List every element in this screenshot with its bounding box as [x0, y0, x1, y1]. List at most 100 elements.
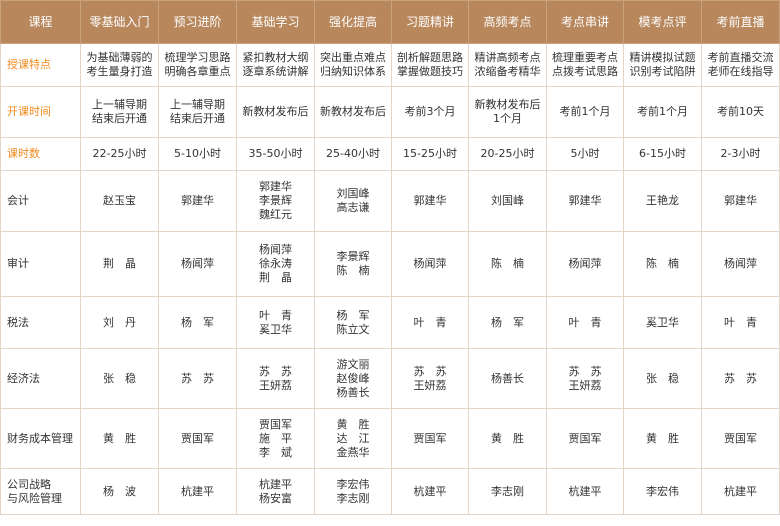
feature-cell: 剖析解题思路 掌握做题技巧 [391, 43, 469, 87]
teacher-cell: 李宏伟 [623, 468, 702, 515]
teacher-cell: 奚卫华 [623, 296, 702, 349]
teacher-cell: 苏 苏王妍荔 [236, 348, 315, 409]
teacher-cell-line: 贾国军 [724, 431, 757, 445]
teacher-cell: 荆 晶 [80, 231, 159, 297]
row-label-hours: 课时数 [0, 137, 81, 171]
subject-name: 会计 [0, 170, 81, 232]
teacher-cell: 刘国峰 高志谦 [314, 170, 392, 232]
feature-cell: 考前直播交流 老师在线指导 [701, 43, 780, 87]
teacher-cell: 陈 楠 [468, 231, 547, 297]
start-time-cell-line: 新教材发布后 [242, 105, 309, 118]
start-time-cell-line: 1个月 [493, 112, 522, 125]
teacher-cell-line: 叶 青 [568, 315, 602, 329]
start-time-cell: 考前3个月 [391, 86, 469, 138]
teacher-cell: 郭建华 [701, 170, 780, 232]
teacher-cell-line: 郭建华 [413, 194, 447, 207]
teacher-cell-line: 杭建平 [259, 477, 292, 491]
hours-cell: 25-40小时 [314, 137, 392, 171]
start-time-cell-line: 考前3个月 [404, 105, 456, 118]
teacher-cell-line: 陈 楠 [491, 257, 524, 270]
teacher-cell-line: 贾国军 [181, 431, 214, 445]
teacher-cell-line: 奚卫华 [646, 315, 679, 329]
teacher-cell: 王艳龙 [623, 170, 702, 232]
teacher-cell-line: 赵俊峰 [336, 371, 370, 385]
feature-cell: 突出重点难点 归纳知识体系 [314, 43, 392, 87]
hours-cell: 2-3小时 [701, 137, 780, 171]
teacher-cell-line: 王妍荔 [413, 378, 447, 392]
row-hours: 课时数 22-25小时 5-10小时 35-50小时 25-40小时 15-25小时 20-… [0, 137, 780, 171]
teacher-cell: 陈 楠 [623, 231, 702, 297]
teacher-cell: 贾国军 [391, 408, 469, 469]
teacher-cell-line: 王艳龙 [646, 194, 679, 207]
teacher-cell: 苏 苏 [158, 348, 237, 409]
subject-row: 会计 赵玉宝 郭建华 郭建华 李景辉 魏红元 刘国峰 高志谦 郭建华 刘国峰 郭建华 王艳龙 郭建华 [0, 170, 780, 232]
start-time-cell: 新教材发布后 [314, 86, 392, 138]
feature-cell-line: 考前直播交流 [707, 51, 774, 64]
teacher-cell-line: 苏 苏 [259, 364, 292, 378]
teacher-cell-line: 杭建平 [724, 484, 757, 498]
hours-cell: 5-10小时 [158, 137, 237, 171]
teacher-cell: 张 稳 [80, 348, 159, 409]
teacher-cell: 杭建平 [701, 468, 780, 515]
subject-name: 审计 [0, 231, 81, 297]
teacher-cell: 杭建平 [391, 468, 469, 515]
teacher-cell-line: 李宏伟 [336, 477, 370, 491]
teacher-cell-line: 杨善长 [491, 371, 524, 385]
row-features: 授课特点 为基础薄弱的 考生量身打造 梳理学习思路 明确各章重点 紧扣教材大纲 逐章系统讲解… [0, 43, 780, 87]
feature-cell-line: 为基础薄弱的 [86, 51, 153, 64]
header-stage-8: 模考点评 [623, 0, 702, 44]
teacher-cell-line: 杨闻萍 [181, 257, 214, 270]
teacher-cell: 郭建华 [158, 170, 237, 232]
feature-cell-line: 突出重点难点 [320, 51, 386, 64]
teacher-cell-line: 黄 胜 [336, 417, 370, 431]
teacher-cell: 黄 胜达 江金燕华 [314, 408, 392, 469]
teacher-cell-line: 杨 军 [181, 315, 214, 329]
teacher-cell-line: 郭建华 [568, 194, 602, 207]
start-time-cell-line: 上一辅导期 [92, 98, 147, 111]
teacher-cell-line: 苏 苏 [568, 364, 602, 378]
start-time-cell-line: 上一辅导期 [170, 98, 225, 111]
subject-row: 审计荆 晶杨闻萍 杨闻萍 徐永涛荆 晶李景辉陈 楠杨闻萍陈 楠杨闻萍陈 楠杨闻萍 [0, 231, 780, 297]
start-time-cell-line: 结束后开通 [92, 112, 147, 125]
teacher-cell: 李志刚 [468, 468, 547, 515]
feature-cell: 精讲模拟试题 识别考试陷阱 [623, 43, 702, 87]
subject-row: 公司战略 与风险管理杨 波杭建平 杭建平 杨安富 李宏伟 李志刚 杭建平 李志刚 杭建平 李宏伟杭… [0, 468, 780, 515]
teacher-cell: 苏 苏王妍荔 [391, 348, 469, 409]
teacher-cell-line: 陈 楠 [646, 257, 679, 270]
feature-cell: 精讲高频考点 浓缩备考精华 [468, 43, 547, 87]
teacher-cell-line: 杨善长 [336, 385, 370, 399]
feature-cell: 梳理学习思路 明确各章重点 [158, 43, 237, 87]
teacher-cell-line: 徐永涛 [259, 257, 292, 270]
teacher-cell-line: 杭建平 [568, 484, 602, 498]
teacher-cell: 叶 青 [391, 296, 469, 349]
teacher-cell-line: 陈立文 [336, 322, 370, 336]
teacher-cell-line: 刘 丹 [103, 315, 136, 329]
subject-name-line: 公司战略 [7, 477, 51, 491]
teacher-cell-line: 刘国峰 [491, 194, 524, 207]
teacher-cell-line: 达 江 [336, 431, 370, 445]
start-time-cell: 新教材发布后 1个月 [468, 86, 547, 138]
teacher-cell-line: 黄 胜 [491, 431, 524, 445]
row-start-time: 开课时间 上一辅导期 结束后开通 上一辅导期 结束后开通 新教材发布后 新教材发布后 考前3个… [0, 86, 780, 138]
header-stage-1: 零基础入门 [80, 0, 159, 44]
feature-cell: 紧扣教材大纲 逐章系统讲解 [236, 43, 315, 87]
header-row: 课程 零基础入门 预习进阶 基础学习 强化提高 习题精讲 高频考点 考点串讲 模考点评 考前直播 [0, 0, 780, 44]
start-time-cell: 考前1个月 [546, 86, 624, 138]
teacher-cell-line: 杭建平 [181, 484, 214, 498]
teacher-cell: 叶 青 [546, 296, 624, 349]
teacher-cell: 杨闻萍 [701, 231, 780, 297]
start-time-cell-line: 结束后开通 [170, 112, 225, 125]
teacher-cell-line: 杨 军 [336, 308, 370, 322]
table-body: 授课特点 为基础薄弱的 考生量身打造 梳理学习思路 明确各章重点 紧扣教材大纲 逐章系统讲解… [0, 43, 780, 515]
teacher-cell-line: 游文丽 [336, 357, 370, 371]
feature-cell-line: 老师在线指导 [707, 65, 774, 78]
feature-cell-line: 梳理重要考点 [552, 51, 618, 64]
teacher-cell-line: 杨闻萍 [259, 243, 292, 256]
hours-cell: 20-25小时 [468, 137, 547, 171]
subject-row: 财务成本管理黄 胜贾国军 贾国军施 平李 斌黄 胜达 江金燕华 贾国军黄 胜贾国军黄… [0, 408, 780, 469]
header-stage-7: 考点串讲 [546, 0, 624, 44]
teacher-cell-line: 杨 波 [103, 484, 136, 498]
teacher-cell-line: 李景辉 [336, 250, 370, 263]
teacher-cell: 杨闻萍 徐永涛荆 晶 [236, 231, 315, 297]
teacher-cell: 贾国军 [546, 408, 624, 469]
